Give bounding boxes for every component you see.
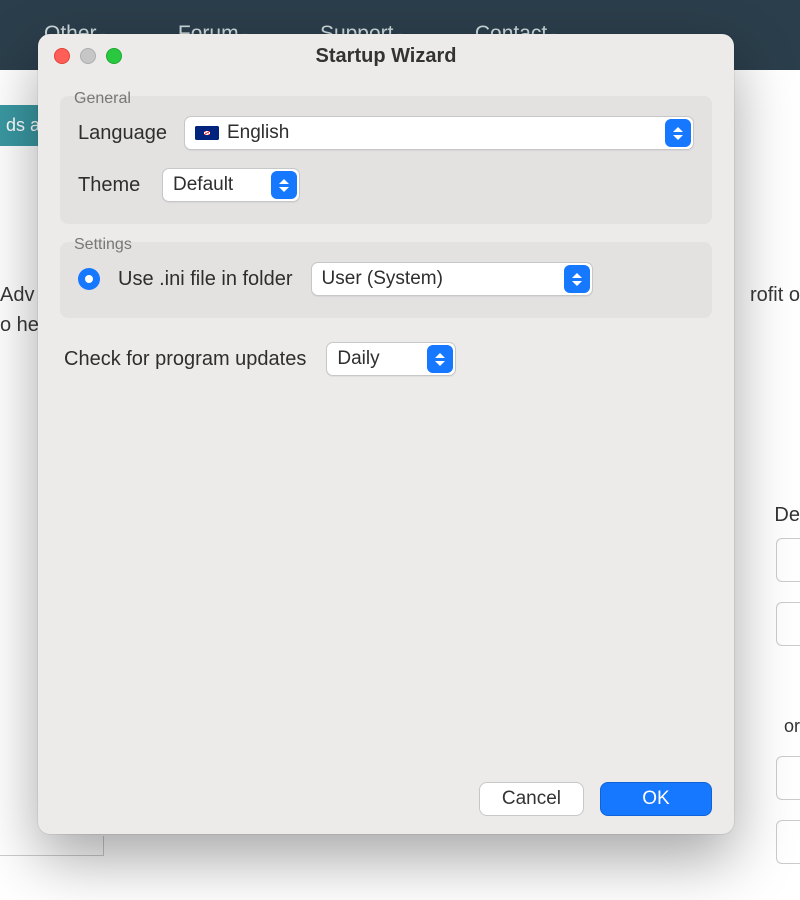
chevron-up-down-icon [564, 265, 590, 293]
ini-folder-select[interactable]: User (System) [311, 262, 593, 296]
background-text: o he [0, 314, 39, 337]
background-box [0, 836, 104, 856]
ok-label: OK [642, 788, 669, 810]
language-value: English [227, 122, 289, 144]
chevron-up-down-icon [665, 119, 691, 147]
uk-flag-icon [195, 126, 219, 140]
general-legend: General [70, 90, 722, 108]
titlebar[interactable]: Startup Wizard [38, 34, 734, 78]
updates-select[interactable]: Daily [326, 342, 456, 376]
ini-folder-value: User (System) [322, 268, 443, 290]
language-label: Language [78, 122, 170, 145]
window-controls [54, 48, 122, 64]
minimize-icon[interactable] [80, 48, 96, 64]
cancel-label: Cancel [502, 788, 561, 810]
chevron-up-down-icon [271, 171, 297, 199]
cancel-button[interactable]: Cancel [479, 782, 584, 816]
ini-file-radio[interactable] [78, 268, 100, 290]
background-or: or [784, 716, 800, 737]
ok-button[interactable]: OK [600, 782, 712, 816]
dialog-footer: Cancel OK [60, 770, 712, 816]
settings-legend: Settings [70, 236, 722, 254]
updates-label: Check for program updates [64, 348, 306, 371]
close-icon[interactable] [54, 48, 70, 64]
background-inputs [776, 538, 800, 646]
general-group: Language English Theme Default [60, 96, 712, 224]
maximize-icon[interactable] [106, 48, 122, 64]
window-title: Startup Wizard [316, 45, 457, 68]
startup-wizard-window: Startup Wizard General Language English … [38, 34, 734, 834]
background-inputs [776, 756, 800, 864]
theme-select[interactable]: Default [162, 168, 300, 202]
ini-file-label: Use .ini file in folder [118, 268, 293, 291]
theme-label: Theme [78, 174, 148, 197]
background-label: De [774, 504, 800, 527]
background-text: rofit o [750, 284, 800, 307]
background-text: Adv [0, 284, 34, 307]
chevron-up-down-icon [427, 345, 453, 373]
language-select[interactable]: English [184, 116, 694, 150]
updates-value: Daily [337, 348, 379, 370]
theme-value: Default [173, 174, 233, 196]
